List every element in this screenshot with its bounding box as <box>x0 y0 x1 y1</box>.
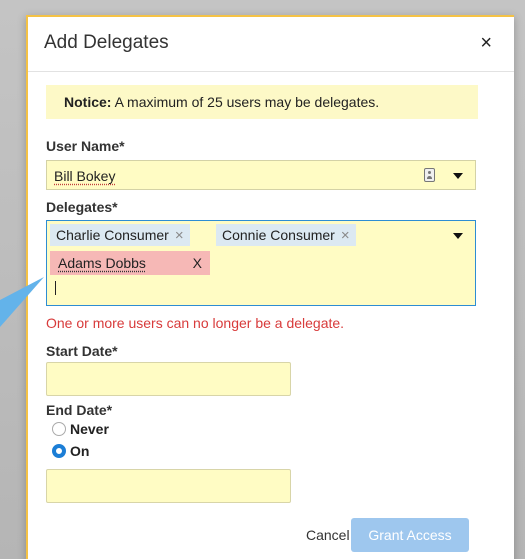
end-date-label: End Date* <box>46 402 113 418</box>
text-caret <box>55 281 56 295</box>
remove-chip-icon[interactable]: × <box>175 227 184 244</box>
start-date-label: Start Date* <box>46 343 118 359</box>
remove-invalid-chip-icon[interactable]: X <box>193 255 202 271</box>
contact-card-icon[interactable] <box>424 168 435 182</box>
dialog-title: Add Delegates <box>44 32 169 53</box>
notice-text: A maximum of 25 users may be delegates. <box>114 94 380 110</box>
dialog-header: Add Delegates × <box>28 17 514 72</box>
radio-unselected[interactable] <box>52 422 66 436</box>
user-name-select[interactable]: Bill Bokey <box>46 160 476 190</box>
start-date-input[interactable] <box>46 362 291 396</box>
cancel-button[interactable]: Cancel <box>306 527 350 543</box>
chevron-down-icon[interactable] <box>453 233 463 239</box>
screen: Add Delegates × Notice: A maximum of 25 … <box>0 0 525 559</box>
delegate-chip-label: Charlie Consumer <box>56 227 169 243</box>
radio-selected[interactable] <box>52 444 66 458</box>
radio-label: Never <box>70 421 109 437</box>
invalid-delegate-label: Adams Dobbs <box>58 255 146 271</box>
delegates-label: Delegates* <box>46 199 118 215</box>
end-date-input[interactable] <box>46 469 291 503</box>
notice-banner: Notice: A maximum of 25 users may be del… <box>46 85 478 119</box>
delegates-error-message: One or more users can no longer be a del… <box>46 315 345 331</box>
delegate-chip: Connie Consumer × <box>216 224 356 246</box>
delegates-multiselect[interactable]: Charlie Consumer × Connie Consumer × Adams… <box>46 220 476 306</box>
delegate-chip-label: Connie Consumer <box>222 227 335 243</box>
notice-label: Notice: <box>64 94 112 110</box>
add-delegates-dialog: Add Delegates × Notice: A maximum of 25 … <box>26 15 514 559</box>
user-name-label: User Name* <box>46 138 125 154</box>
user-name-value: Bill Bokey <box>54 168 116 184</box>
remove-chip-icon[interactable]: × <box>341 227 350 244</box>
chevron-down-icon[interactable] <box>453 173 463 179</box>
grant-access-button[interactable]: Grant Access <box>351 518 469 552</box>
close-icon[interactable]: × <box>480 33 492 53</box>
radio-label: On <box>70 443 90 459</box>
delegate-chip: Charlie Consumer × <box>50 224 190 246</box>
invalid-delegate-chip: Adams Dobbs X <box>50 251 210 275</box>
